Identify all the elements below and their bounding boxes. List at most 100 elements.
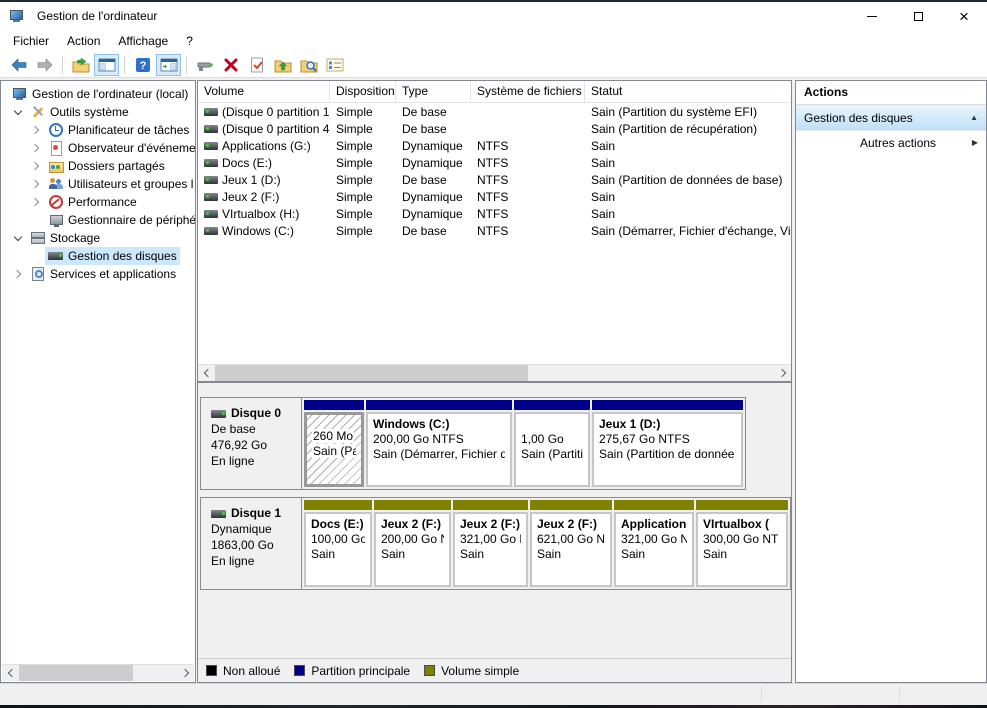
table-row[interactable]: Jeux 1 (D:) Simple De base NTFS Sain (Pa… [198, 171, 791, 188]
table-row[interactable]: (Disque 0 partition 4) Simple De base Sa… [198, 120, 791, 137]
scroll-thumb[interactable] [215, 365, 528, 381]
disk-status: En ligne [211, 554, 301, 568]
scroll-track[interactable] [19, 665, 177, 681]
scroll-left-arrow[interactable] [2, 665, 19, 681]
menu-affichage[interactable]: Affichage [109, 31, 177, 51]
collapse-up-icon[interactable]: ▲ [970, 113, 978, 122]
scroll-right-arrow[interactable] [177, 665, 194, 681]
partition-block[interactable]: Jeux 2 (F:) 321,00 Go NT Sain [453, 500, 528, 587]
chevron-right-icon[interactable] [27, 139, 45, 157]
folder-search-button[interactable] [296, 54, 321, 76]
tree-horizontal-scrollbar[interactable] [2, 664, 194, 681]
actions-group-label: Gestion des disques [804, 111, 970, 125]
tree-item-gestion-des-disques[interactable]: Gestion des disques [1, 247, 195, 265]
chevron-right-icon[interactable] [27, 121, 45, 139]
partition-block[interactable]: Jeux 2 (F:) 200,00 Go N Sain [374, 500, 451, 587]
partition-block[interactable]: VIrtualbox ( 300,00 Go NT Sain [696, 500, 788, 587]
export-list-button[interactable] [68, 54, 93, 76]
partition-block[interactable]: Jeux 2 (F:) 621,00 Go NT Sain [530, 500, 612, 587]
tree-item-label: Services et applications [50, 267, 176, 281]
scroll-thumb[interactable] [19, 665, 133, 681]
volume-icon [204, 142, 218, 150]
partition-box[interactable]: Windows (C:) 200,00 Go NTFS Sain (Démarr… [366, 412, 512, 487]
table-row[interactable]: Applications (G:) Simple Dynamique NTFS … [198, 137, 791, 154]
disk-label[interactable]: Disque 1 Dynamique 1863,00 Go En ligne [201, 498, 302, 589]
show-action-pane-button[interactable] [156, 54, 181, 76]
scroll-track[interactable] [215, 365, 774, 381]
maximize-button[interactable] [895, 2, 941, 30]
partition-box[interactable]: Jeux 2 (F:) 621,00 Go NT Sain [530, 512, 612, 587]
back-button[interactable] [6, 54, 31, 76]
chevron-right-icon[interactable] [27, 157, 45, 175]
table-row[interactable]: Windows (C:) Simple De base NTFS Sain (D… [198, 222, 791, 239]
partition-block[interactable]: Windows (C:) 200,00 Go NTFS Sain (Démarr… [366, 400, 512, 487]
tree-item-services-applications[interactable]: Services et applications [1, 265, 195, 283]
disk-label[interactable]: Disque 0 De base 476,92 Go En ligne [201, 398, 302, 489]
tree-item-utilisateurs-groupes[interactable]: Utilisateurs et groupes l [1, 175, 195, 193]
folder-up-button[interactable] [270, 54, 295, 76]
partition-block[interactable]: Jeux 1 (D:) 275,67 Go NTFS Sain (Partiti… [592, 400, 743, 487]
cell-statut: Sain (Partition du système EFI) [585, 105, 791, 119]
delete-button[interactable] [218, 54, 243, 76]
folder-up-icon [274, 57, 292, 73]
tree-item-dossiers-partages[interactable]: Dossiers partagés [1, 157, 195, 175]
tree-item-observateur[interactable]: Observateur d'événeme [1, 139, 195, 157]
menu-help[interactable]: ? [177, 31, 202, 51]
scroll-right-arrow[interactable] [774, 365, 791, 381]
partition-size: 1,00 Go [521, 432, 583, 447]
actions-group-gestion-des-disques[interactable]: Gestion des disques ▲ [796, 105, 986, 131]
partition-block[interactable]: 1,00 Go Sain (Partitio [514, 400, 590, 487]
chevron-right-icon[interactable] [9, 265, 27, 283]
table-row[interactable]: (Disque 0 partition 1) Simple De base Sa… [198, 103, 791, 120]
tree-item-gestionnaire-peripheriques[interactable]: Gestionnaire de périphé [1, 211, 195, 229]
partition-box[interactable]: VIrtualbox ( 300,00 Go NT Sain [696, 512, 788, 587]
column-header-volume[interactable]: Volume [198, 81, 330, 102]
help-button[interactable]: ? [130, 54, 155, 76]
partition-box[interactable]: Jeux 2 (F:) 321,00 Go NT Sain [453, 512, 528, 587]
forward-button[interactable] [32, 54, 57, 76]
partition-box[interactable]: 1,00 Go Sain (Partitio [514, 412, 590, 487]
partition-block[interactable]: Applications 321,00 Go NT Sain [614, 500, 694, 587]
partition-size: 260 Mo [312, 429, 354, 443]
close-button[interactable]: × [941, 2, 987, 30]
partition-box[interactable]: Docs (E:) 100,00 Go N Sain [304, 512, 372, 587]
menu-action[interactable]: Action [58, 31, 109, 51]
partition-block[interactable]: 260 Mo Sain (Part [304, 400, 364, 487]
table-row[interactable]: VIrtualbox (H:) Simple Dynamique NTFS Sa… [198, 205, 791, 222]
column-header-statut[interactable]: Statut [585, 81, 791, 102]
tree-item-stockage[interactable]: Stockage [1, 229, 195, 247]
show-console-tree-button[interactable] [94, 54, 119, 76]
chevron-right-icon[interactable] [27, 193, 45, 211]
rescan-button[interactable] [192, 54, 217, 76]
tree-item-performance[interactable]: Performance [1, 193, 195, 211]
check-properties-button[interactable] [244, 54, 269, 76]
chevron-down-icon[interactable] [9, 103, 27, 121]
column-header-systeme-fichiers[interactable]: Système de fichiers [471, 81, 585, 102]
chevron-down-icon[interactable] [9, 229, 27, 247]
partition-box[interactable]: 260 Mo Sain (Part [304, 412, 364, 487]
view-options-button[interactable] [322, 54, 347, 76]
table-row[interactable]: Jeux 2 (F:) Simple Dynamique NTFS Sain [198, 188, 791, 205]
volume-list-horizontal-scrollbar[interactable] [198, 364, 791, 381]
column-header-disposition[interactable]: Disposition [330, 81, 396, 102]
app-icon [9, 9, 25, 23]
table-row[interactable]: Docs (E:) Simple Dynamique NTFS Sain [198, 154, 791, 171]
minimize-button[interactable] [849, 2, 895, 30]
partition-box[interactable]: Applications 321,00 Go NT Sain [614, 512, 694, 587]
chevron-right-icon[interactable] [27, 175, 45, 193]
disk-name: Disque 0 [231, 406, 281, 420]
scroll-left-arrow[interactable] [198, 365, 215, 381]
partition-box[interactable]: Jeux 1 (D:) 275,67 Go NTFS Sain (Partiti… [592, 412, 743, 487]
partition-box[interactable]: Jeux 2 (F:) 200,00 Go N Sain [374, 512, 451, 587]
action-item-autres-actions[interactable]: Autres actions ▶ [796, 131, 986, 154]
disk-size: 1863,00 Go [211, 538, 301, 552]
tree-item-planificateur[interactable]: Planificateur de tâches [1, 121, 195, 139]
partition-block[interactable]: Docs (E:) 100,00 Go N Sain [304, 500, 372, 587]
column-header-type[interactable]: Type [396, 81, 471, 102]
partition-status: Sain [703, 547, 781, 562]
tree-item-computer-management[interactable]: Gestion de l'ordinateur (local) [1, 85, 195, 103]
tree-item-outils-systeme[interactable]: Outils système [1, 103, 195, 121]
toolbar: ? [0, 52, 987, 78]
cell-statut: Sain (Démarrer, Fichier d'échange, Vid [585, 224, 791, 238]
menu-fichier[interactable]: Fichier [4, 31, 58, 51]
